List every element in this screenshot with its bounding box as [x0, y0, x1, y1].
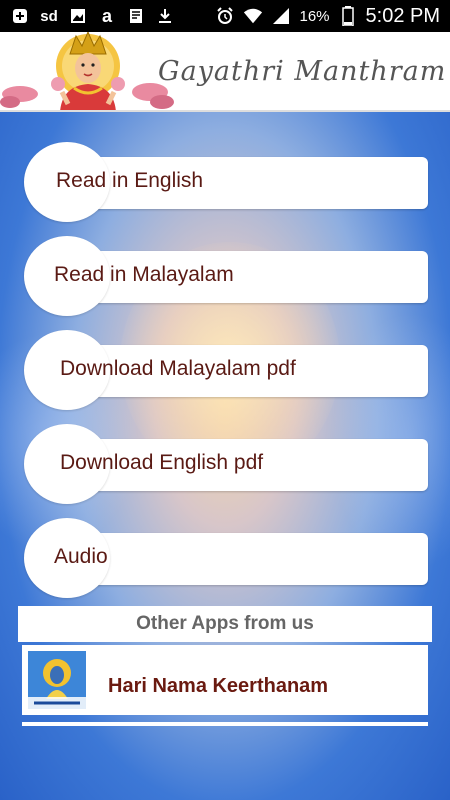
main-content: Read in English Read in Malayalam Downlo…: [0, 112, 450, 800]
notification-icon: [10, 7, 30, 25]
battery-icon: [338, 6, 358, 26]
app-title: Gayathri Manthram: [158, 56, 447, 87]
signal-icon: [271, 7, 291, 25]
battery-percent: 16%: [299, 7, 330, 25]
download-malayalam-pdf-button[interactable]: Download Malayalam pdf: [24, 330, 428, 410]
download-english-pdf-button[interactable]: Download English pdf: [24, 424, 428, 504]
read-english-label: Read in English: [56, 169, 204, 192]
news-icon: [126, 7, 146, 25]
other-app-item[interactable]: Hari Nama Keerthanam: [22, 645, 428, 715]
alarm-icon: [215, 7, 235, 25]
download-english-pdf-label: Download English pdf: [60, 451, 264, 474]
status-bar-notifications: sd a: [0, 5, 175, 26]
read-english-button[interactable]: Read in English: [24, 142, 428, 222]
amazon-icon: a: [101, 5, 112, 26]
audio-button[interactable]: Audio: [24, 518, 428, 598]
image-icon: [68, 7, 88, 25]
clock: 5:02 PM: [365, 4, 440, 27]
download-icon: [155, 7, 175, 25]
read-malayalam-label: Read in Malayalam: [54, 263, 234, 286]
download-malayalam-pdf-label: Download Malayalam pdf: [60, 357, 296, 380]
status-bar: sd a 16% 5:02 PM: [0, 0, 450, 32]
status-bar-system: 16% 5:02 PM: [215, 0, 440, 32]
read-malayalam-button[interactable]: Read in Malayalam: [24, 236, 428, 316]
hari-nama-keerthanam-thumbnail: [28, 651, 86, 709]
other-apps-heading: Other Apps from us: [18, 606, 432, 642]
divider: [22, 722, 428, 726]
goddess-lakshmi-image: [0, 32, 174, 110]
app-header: Gayathri Manthram: [0, 32, 450, 112]
sd-card-icon: sd: [40, 7, 58, 25]
app-name: Hari Nama Keerthanam: [108, 675, 329, 697]
audio-label: Audio: [54, 545, 108, 568]
wifi-icon: [243, 7, 263, 25]
